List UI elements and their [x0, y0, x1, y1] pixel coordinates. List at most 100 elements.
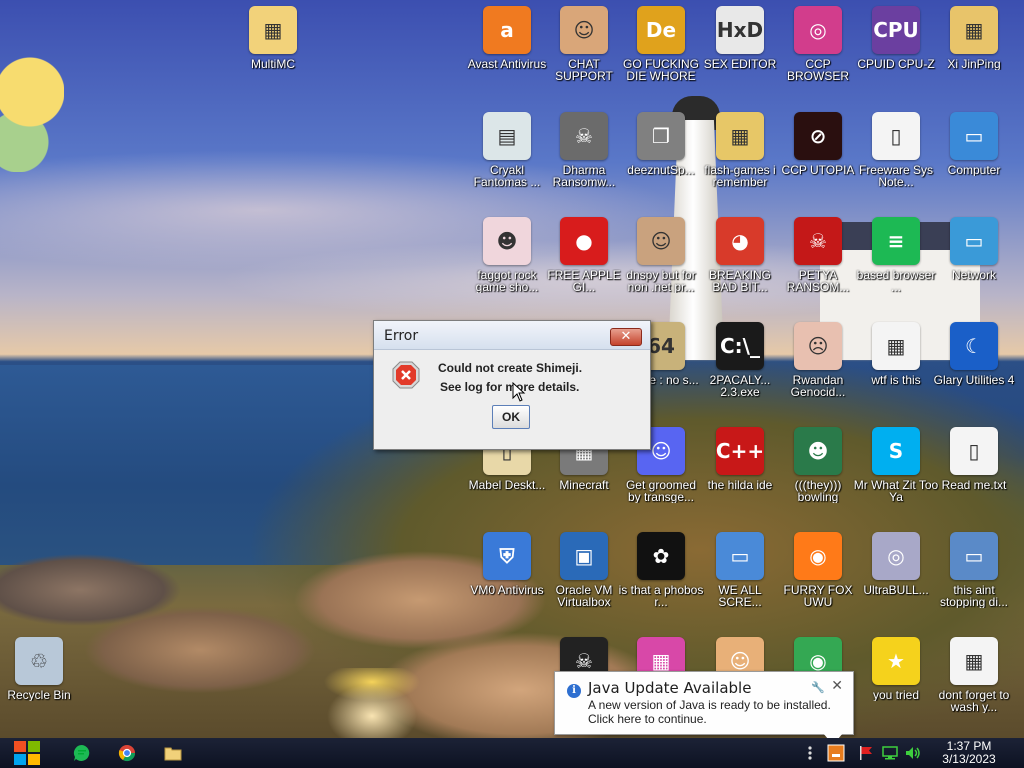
ultrabull-icon: ◎	[872, 532, 920, 580]
desktop-icon-utopia[interactable]: ⊘ CCP UTOPIA	[775, 112, 861, 216]
desktop-icon-multimc[interactable]: ▦ MultiMC	[230, 6, 316, 110]
desktop-icon-label: FURRY FOX UWU	[783, 584, 853, 608]
desktop-icon-petya[interactable]: ☠ PETYA RANSOM...	[775, 217, 861, 321]
desktop-icon-apple[interactable]: ● FREE APPLE GI...	[541, 217, 627, 321]
desktop-icon-hxd[interactable]: HxD SEX EDITOR	[697, 6, 783, 110]
tried-icon: ★	[872, 637, 920, 685]
desktop-icon-avast[interactable]: a Avast Antivirus	[464, 6, 550, 110]
desktop-icon-wash[interactable]: ▦ dont forget to wash y...	[931, 637, 1017, 738]
chat-bubble-icon	[73, 744, 90, 761]
desktop-icon-label: you tried	[872, 689, 920, 701]
tray-flag-icon[interactable]	[856, 742, 876, 764]
taskbar-based-browser[interactable]	[70, 742, 94, 764]
rwanda-icon: ☹	[794, 322, 842, 370]
desktop-icon-label: 2PACALY... 2.3.exe	[709, 374, 771, 398]
desktop-icon-ultrabull[interactable]: ◎ UltraBULL...	[853, 532, 939, 636]
tray-overflow-icon[interactable]	[800, 742, 820, 764]
taskbar-chrome[interactable]	[115, 742, 139, 764]
cryakl-icon: ▤	[483, 112, 531, 160]
desktop-icon-tried[interactable]: ★ you tried	[853, 637, 939, 738]
tray-java-icon[interactable]	[826, 742, 846, 764]
desktop-icon-label: Network	[951, 269, 996, 281]
vbox-icon: ▣	[560, 532, 608, 580]
desktop-icon-label: BREAKING BAD BIT...	[708, 269, 771, 293]
freeware-icon: ▯	[872, 112, 920, 160]
desktop-icon-label: CCP UTOPIA	[781, 164, 855, 176]
notification-body-line2[interactable]: Click here to continue.	[588, 712, 707, 726]
wrench-icon[interactable]: 🔧	[811, 681, 825, 694]
desktop-icon-faggot[interactable]: ☻ faggot rock game sho...	[464, 217, 550, 321]
taskbar: 1:37 PM 3/13/2023	[0, 738, 1024, 768]
desktop-icon-flash[interactable]: ▦ flash-games i remember	[697, 112, 783, 216]
faggot-icon: ☻	[483, 217, 531, 265]
desktop-icon-vbox[interactable]: ▣ Oracle VM Virtualbox	[541, 532, 627, 636]
desktop-icon-devcpp[interactable]: C++ the hilda ide	[697, 427, 783, 531]
start-button[interactable]	[12, 740, 42, 766]
desktop-icon-label: faggot rock game sho...	[475, 269, 539, 293]
desktop-icon-label: Computer	[947, 164, 1001, 176]
stopping-icon: ▭	[950, 532, 998, 580]
desktop-icon-2pac[interactable]: C:\_ 2PACALY... 2.3.exe	[697, 322, 783, 426]
desktop-icon-dnspy[interactable]: ☺ dnspy but for non .net pr...	[618, 217, 704, 321]
desktop-icon-cpuz[interactable]: CPU CPUID CPU-Z	[853, 6, 939, 110]
desktop-icon-label: based browser ...	[856, 269, 936, 293]
desktop-icon-recycle[interactable]: ♲ Recycle Bin	[0, 637, 82, 738]
desktop-icon-phobos[interactable]: ✿ is that a phobos r...	[618, 532, 704, 636]
dialog-message-line2: See log for more details.	[440, 380, 580, 394]
desktop-icon-glary[interactable]: ☾ Glary Utilities 4	[931, 322, 1017, 426]
notification-close-button[interactable]: ✕	[831, 678, 843, 694]
desktop-icon-network[interactable]: ▭ Network	[931, 217, 1017, 321]
desktop-icon-label: is that a phobos r...	[618, 584, 704, 608]
desktop-icon-label: MultiMC	[251, 58, 295, 70]
java-update-notification[interactable]: i Java Update Available A new version of…	[554, 671, 854, 745]
desktop-icon-label: UltraBULL...	[863, 584, 929, 596]
desktop-icon-wtf[interactable]: ▦ wtf is this	[853, 322, 939, 426]
desktop-icon-readme[interactable]: ▯ Read me.txt	[931, 427, 1017, 531]
desktop-icon-based[interactable]: ≡ based browser ...	[853, 217, 939, 321]
multimc-icon: ▦	[249, 6, 297, 54]
desktop-icon-label: dnspy but for non .net pr...	[626, 269, 696, 293]
desktop-icon-chat[interactable]: ☺ CHAT SUPPORT	[541, 6, 627, 110]
tray-volume-icon[interactable]	[903, 742, 923, 764]
desktop-icon-label: Cryakl Fantomas ...	[473, 164, 541, 188]
dharma-icon: ☠	[560, 112, 608, 160]
skype-icon: S	[872, 427, 920, 475]
desktop-icon-bbad[interactable]: ◕ BREAKING BAD BIT...	[697, 217, 783, 321]
info-icon: i	[567, 684, 581, 698]
desktop-icon-xi[interactable]: ▦ Xi JinPing	[931, 6, 1017, 110]
dialog-titlebar[interactable]: Error ✕	[374, 321, 650, 350]
desktop-icon-weall[interactable]: ▭ WE ALL SCRE...	[697, 532, 783, 636]
desktop-icon-label: Minecraft	[559, 479, 609, 491]
bbad-icon: ◕	[716, 217, 764, 265]
desktop-icon-label: Dharma Ransomw...	[552, 164, 616, 188]
ccp-icon: ◎	[794, 6, 842, 54]
desktop-icon-bowling[interactable]: ☻ (((they))) bowling	[775, 427, 861, 531]
desktop-icon-freeware[interactable]: ▯ Freeware Sys Note...	[853, 112, 939, 216]
desktop-icon-rwanda[interactable]: ☹ Rwandan Genocid...	[775, 322, 861, 426]
desktop-icon-dharma[interactable]: ☠ Dharma Ransomw...	[541, 112, 627, 216]
folder-icon	[164, 747, 182, 761]
desktop-icon-computer[interactable]: ▭ Computer	[931, 112, 1017, 216]
apple-icon: ●	[560, 217, 608, 265]
cpuz-icon: CPU	[872, 6, 920, 54]
cartoon-sticker-top	[0, 42, 64, 172]
desktop-icon-label: Oracle VM Virtualbox	[555, 584, 613, 608]
desktop-icon-cryakl[interactable]: ▤ Cryakl Fantomas ...	[464, 112, 550, 216]
desktop-icon-deez[interactable]: ❐ deeznutSp...	[618, 112, 704, 216]
desktop-icon-vmo[interactable]: ⛨ VM0 Antivirus	[464, 532, 550, 636]
gofd-icon: De	[637, 6, 685, 54]
dialog-close-button[interactable]: ✕	[610, 328, 642, 346]
dialog-ok-button[interactable]: OK	[492, 405, 530, 429]
desktop-icon-label: SEX EDITOR	[703, 58, 777, 70]
desktop-icon-label: Rwandan Genocid...	[790, 374, 846, 398]
desktop-icon-ccp[interactable]: ◎ CCP BROWSER	[775, 6, 861, 110]
desktop-icon-label: Avast Antivirus	[467, 58, 547, 70]
desktop-icon-firefox[interactable]: ◉ FURRY FOX UWU	[775, 532, 861, 636]
avast-icon: a	[483, 6, 531, 54]
tray-network-icon[interactable]	[880, 742, 900, 764]
desktop-icon-gofd[interactable]: De GO FUCKING DIE WHORE	[618, 6, 704, 110]
desktop-icon-skype[interactable]: S Mr What Zit Too Ya	[853, 427, 939, 531]
desktop-icon-stopping[interactable]: ▭ this aint stopping di...	[931, 532, 1017, 636]
taskbar-clock[interactable]: 1:37 PM 3/13/2023	[934, 740, 1004, 766]
taskbar-file-explorer[interactable]	[161, 742, 185, 764]
